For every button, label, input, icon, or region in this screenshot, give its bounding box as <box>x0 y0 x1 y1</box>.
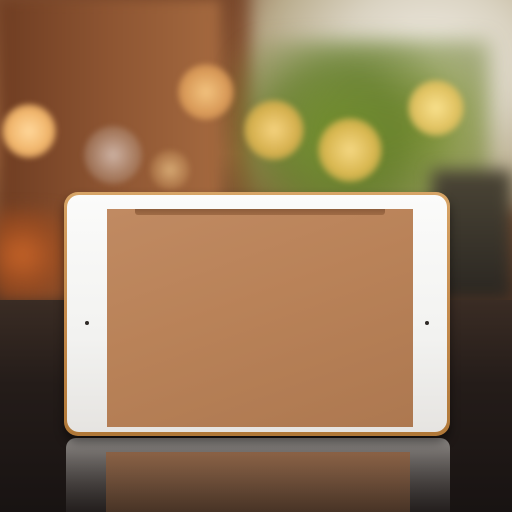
photo-scene <box>0 0 512 512</box>
device-reflection <box>66 438 450 512</box>
bokeh-light <box>178 64 234 120</box>
bokeh-light <box>84 126 142 184</box>
bokeh-light <box>2 104 56 158</box>
bokeh-light <box>244 100 304 160</box>
sensor-dot-icon <box>425 321 429 325</box>
screen-top-strip <box>135 209 385 215</box>
tablet-device <box>64 192 450 436</box>
bokeh-light <box>408 80 464 136</box>
reflection-fade <box>66 438 450 512</box>
bokeh-light <box>318 118 382 182</box>
tablet-bezel <box>67 195 447 432</box>
tablet-screen <box>107 209 413 427</box>
background-orange-glow <box>0 210 70 300</box>
camera-icon <box>85 321 89 325</box>
bokeh-light <box>150 150 190 190</box>
